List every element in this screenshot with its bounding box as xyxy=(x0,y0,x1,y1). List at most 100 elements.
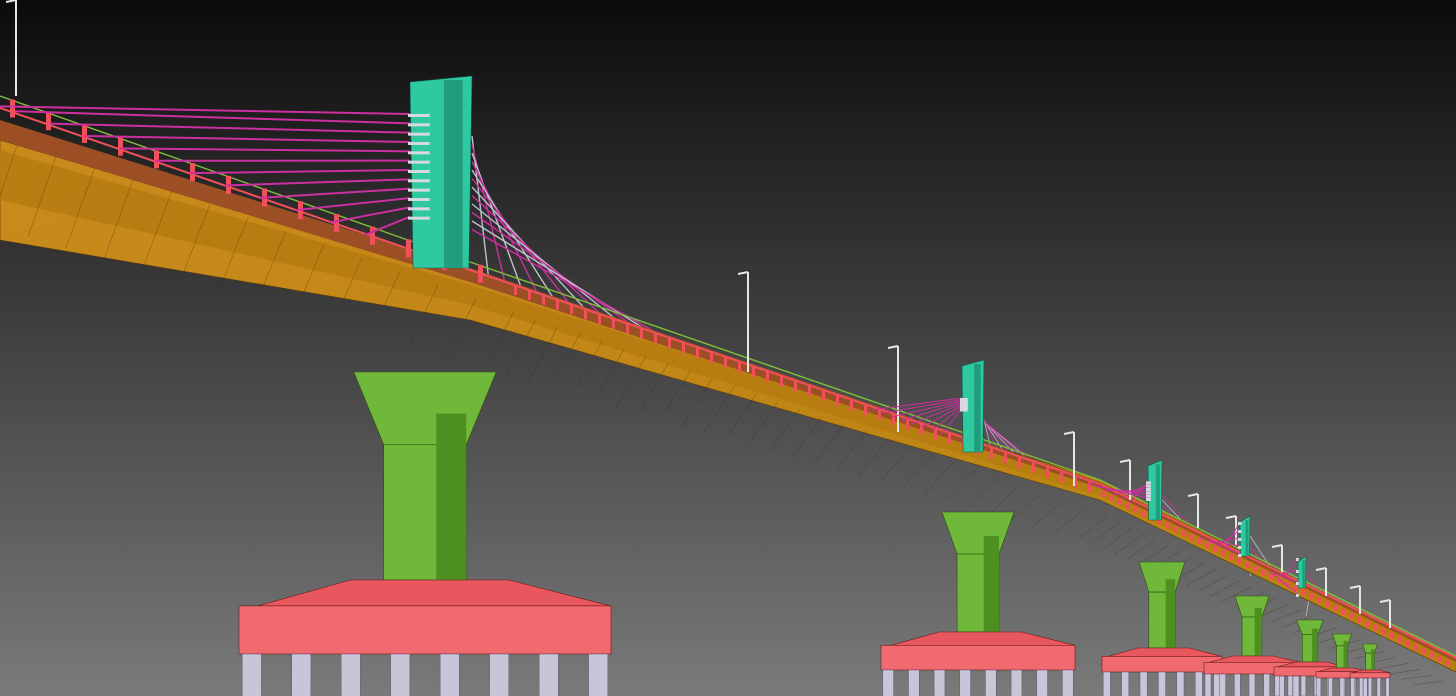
railing-post xyxy=(1134,506,1137,513)
railing-post xyxy=(724,357,727,368)
railing-post xyxy=(906,419,909,430)
pile xyxy=(882,669,894,696)
railing-post xyxy=(1206,542,1209,549)
pile xyxy=(1219,673,1226,696)
railing-post xyxy=(1358,616,1361,623)
bridge-model-scene[interactable] xyxy=(0,0,1456,696)
railing-post xyxy=(1142,510,1145,517)
railing-post xyxy=(118,137,123,156)
railing-post xyxy=(1302,589,1305,596)
viewport-background xyxy=(0,0,1456,696)
cable-anchor xyxy=(408,114,430,117)
pile xyxy=(1263,673,1270,696)
pier-column-shade xyxy=(1254,608,1262,656)
3d-viewport[interactable] xyxy=(0,0,1456,696)
railing-post xyxy=(1430,652,1433,659)
pile xyxy=(241,653,262,696)
railing-post xyxy=(766,371,769,382)
railing-post xyxy=(1326,601,1329,608)
railing-post xyxy=(1246,561,1249,568)
cable-anchor xyxy=(1296,558,1299,561)
pile-cap-side xyxy=(1349,672,1391,679)
railing-post xyxy=(668,337,671,348)
pile xyxy=(1121,671,1130,696)
cable-anchor xyxy=(1296,594,1299,597)
cable-anchor xyxy=(408,179,430,183)
pylon[interactable] xyxy=(1146,459,1163,521)
pile xyxy=(1248,673,1256,696)
railing-post xyxy=(808,385,811,396)
cable-anchor xyxy=(960,408,968,412)
cable-anchor xyxy=(408,160,430,164)
railing-post xyxy=(1018,457,1021,468)
railing-post xyxy=(878,409,881,420)
pile xyxy=(1300,675,1307,696)
railing-post xyxy=(794,381,797,392)
pylon-shaft-shade xyxy=(444,80,463,268)
railing-post xyxy=(1126,502,1129,509)
pylon-shaft-shade xyxy=(1245,520,1249,556)
railing-post xyxy=(1214,546,1217,553)
pylon[interactable] xyxy=(960,359,985,453)
railing-post xyxy=(1198,538,1201,545)
railing-post xyxy=(990,448,993,459)
pile xyxy=(1367,677,1373,696)
railing-post xyxy=(10,99,15,118)
railing-post xyxy=(822,390,825,401)
cable-anchor xyxy=(408,123,430,127)
cable-anchor xyxy=(1238,554,1242,557)
railing-post xyxy=(710,352,713,363)
railing-post xyxy=(154,150,159,169)
railing-post xyxy=(1438,656,1441,663)
cable-anchor xyxy=(1146,498,1151,501)
railing-post xyxy=(1390,632,1393,639)
pier-column-shade xyxy=(436,413,467,580)
pile xyxy=(1176,671,1185,696)
railing-post xyxy=(1032,462,1035,473)
cable-anchor xyxy=(1296,570,1299,573)
pile xyxy=(1287,675,1293,696)
pylon[interactable] xyxy=(408,75,473,269)
pile xyxy=(933,669,946,696)
railing-post xyxy=(1414,644,1417,651)
pile xyxy=(1062,669,1074,696)
railing-post xyxy=(654,333,657,344)
pile xyxy=(588,653,609,696)
pile xyxy=(959,669,971,696)
pile xyxy=(1339,677,1345,696)
cable-anchor xyxy=(408,188,430,192)
pile xyxy=(489,653,510,696)
railing-post xyxy=(1310,593,1313,600)
pile-cap-side xyxy=(238,605,612,655)
pile xyxy=(1376,677,1381,696)
railing-post xyxy=(696,347,699,358)
railing-post xyxy=(626,323,629,334)
cable-anchor xyxy=(408,170,430,173)
railing-post xyxy=(948,433,951,444)
railing-post xyxy=(836,395,839,406)
cable-anchor xyxy=(408,151,430,155)
railing-post xyxy=(1294,585,1297,592)
pile xyxy=(1385,677,1390,696)
railing-post xyxy=(640,328,643,339)
pile xyxy=(1316,677,1322,696)
railing-post xyxy=(850,400,853,411)
pile xyxy=(291,653,312,696)
railing-post xyxy=(1174,526,1177,533)
cable-anchor xyxy=(1146,488,1151,491)
pile xyxy=(1328,677,1333,696)
railing-post xyxy=(1190,534,1193,541)
railing-post xyxy=(1182,530,1185,537)
railing-post xyxy=(1046,467,1049,478)
pile xyxy=(538,653,559,696)
cable-anchor xyxy=(408,198,430,201)
pier-column-shade xyxy=(1312,628,1318,662)
railing-post xyxy=(752,366,755,377)
cable-anchor xyxy=(1296,582,1299,585)
railing-post xyxy=(1374,624,1377,631)
pier-column-shade xyxy=(1343,640,1348,668)
pile xyxy=(1350,677,1355,696)
railing-post xyxy=(1110,494,1113,501)
cable-anchor xyxy=(1146,481,1151,485)
pylon-shaft-shade xyxy=(974,364,981,452)
